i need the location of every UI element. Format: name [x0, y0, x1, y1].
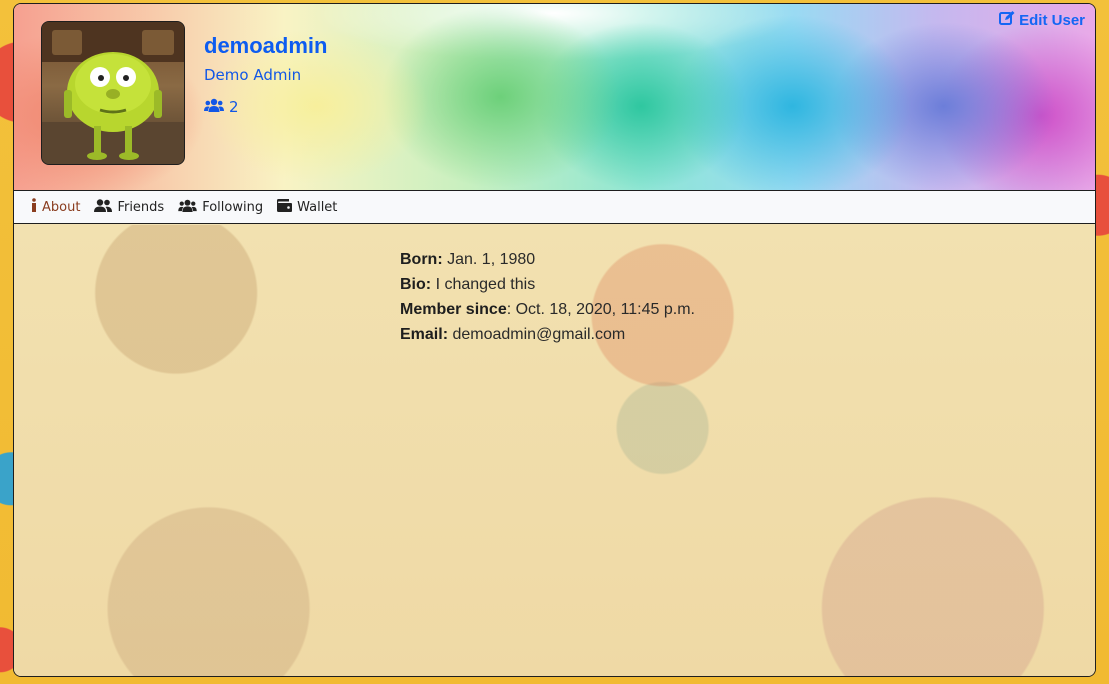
follower-count-value: 2: [229, 98, 239, 116]
avatar[interactable]: [41, 21, 185, 165]
profile-banner: demoadmin Demo Admin 2 Edit User: [14, 4, 1095, 190]
tab-wallet-label: Wallet: [297, 199, 338, 215]
profile-full-name: Demo Admin: [204, 66, 302, 84]
bio-row: Bio: I changed this: [400, 272, 695, 297]
born-row: Born: Jan. 1, 1980: [400, 247, 695, 272]
bio-label: Bio:: [400, 276, 432, 293]
wallet-icon: [277, 198, 293, 216]
member-since-label: Member since: [400, 301, 507, 318]
bio-value: I changed this: [435, 276, 536, 293]
users-icon: [204, 98, 224, 116]
tab-about-label: About: [42, 199, 81, 215]
about-panel: Born: Jan. 1, 1980 Bio: I changed this M…: [14, 225, 1095, 676]
born-label: Born:: [400, 251, 443, 268]
tab-following-label: Following: [202, 199, 264, 215]
tab-about[interactable]: About: [31, 198, 80, 216]
friends-icon: [94, 198, 113, 216]
tab-wallet[interactable]: Wallet: [277, 198, 338, 216]
avatar-image: [42, 22, 184, 164]
member-since-value: : Oct. 18, 2020, 11:45 p.m.: [506, 301, 695, 318]
follower-count-link[interactable]: 2: [204, 98, 239, 116]
edit-icon: [999, 11, 1015, 30]
tab-friends-label: Friends: [117, 199, 165, 215]
edit-user-button[interactable]: Edit User: [999, 11, 1085, 30]
born-value: Jan. 1, 1980: [447, 251, 536, 268]
edit-user-label: Edit User: [1019, 12, 1085, 29]
profile-tabs: About Friends Following Wallet: [14, 190, 1095, 224]
tab-friends[interactable]: Friends: [94, 198, 165, 216]
about-details: Born: Jan. 1, 1980 Bio: I changed this M…: [400, 247, 695, 347]
email-value: demoadmin@gmail.com: [452, 326, 626, 343]
tab-following[interactable]: Following: [178, 199, 263, 216]
email-label: Email:: [400, 326, 449, 343]
member-since-row: Member since: Oct. 18, 2020, 11:45 p.m.: [400, 297, 695, 322]
profile-card: demoadmin Demo Admin 2 Edit User About F…: [13, 3, 1096, 677]
email-row: Email: demoadmin@gmail.com: [400, 322, 695, 347]
users-icon: [178, 199, 197, 216]
profile-username: demoadmin: [204, 33, 328, 58]
info-icon: [31, 198, 37, 216]
